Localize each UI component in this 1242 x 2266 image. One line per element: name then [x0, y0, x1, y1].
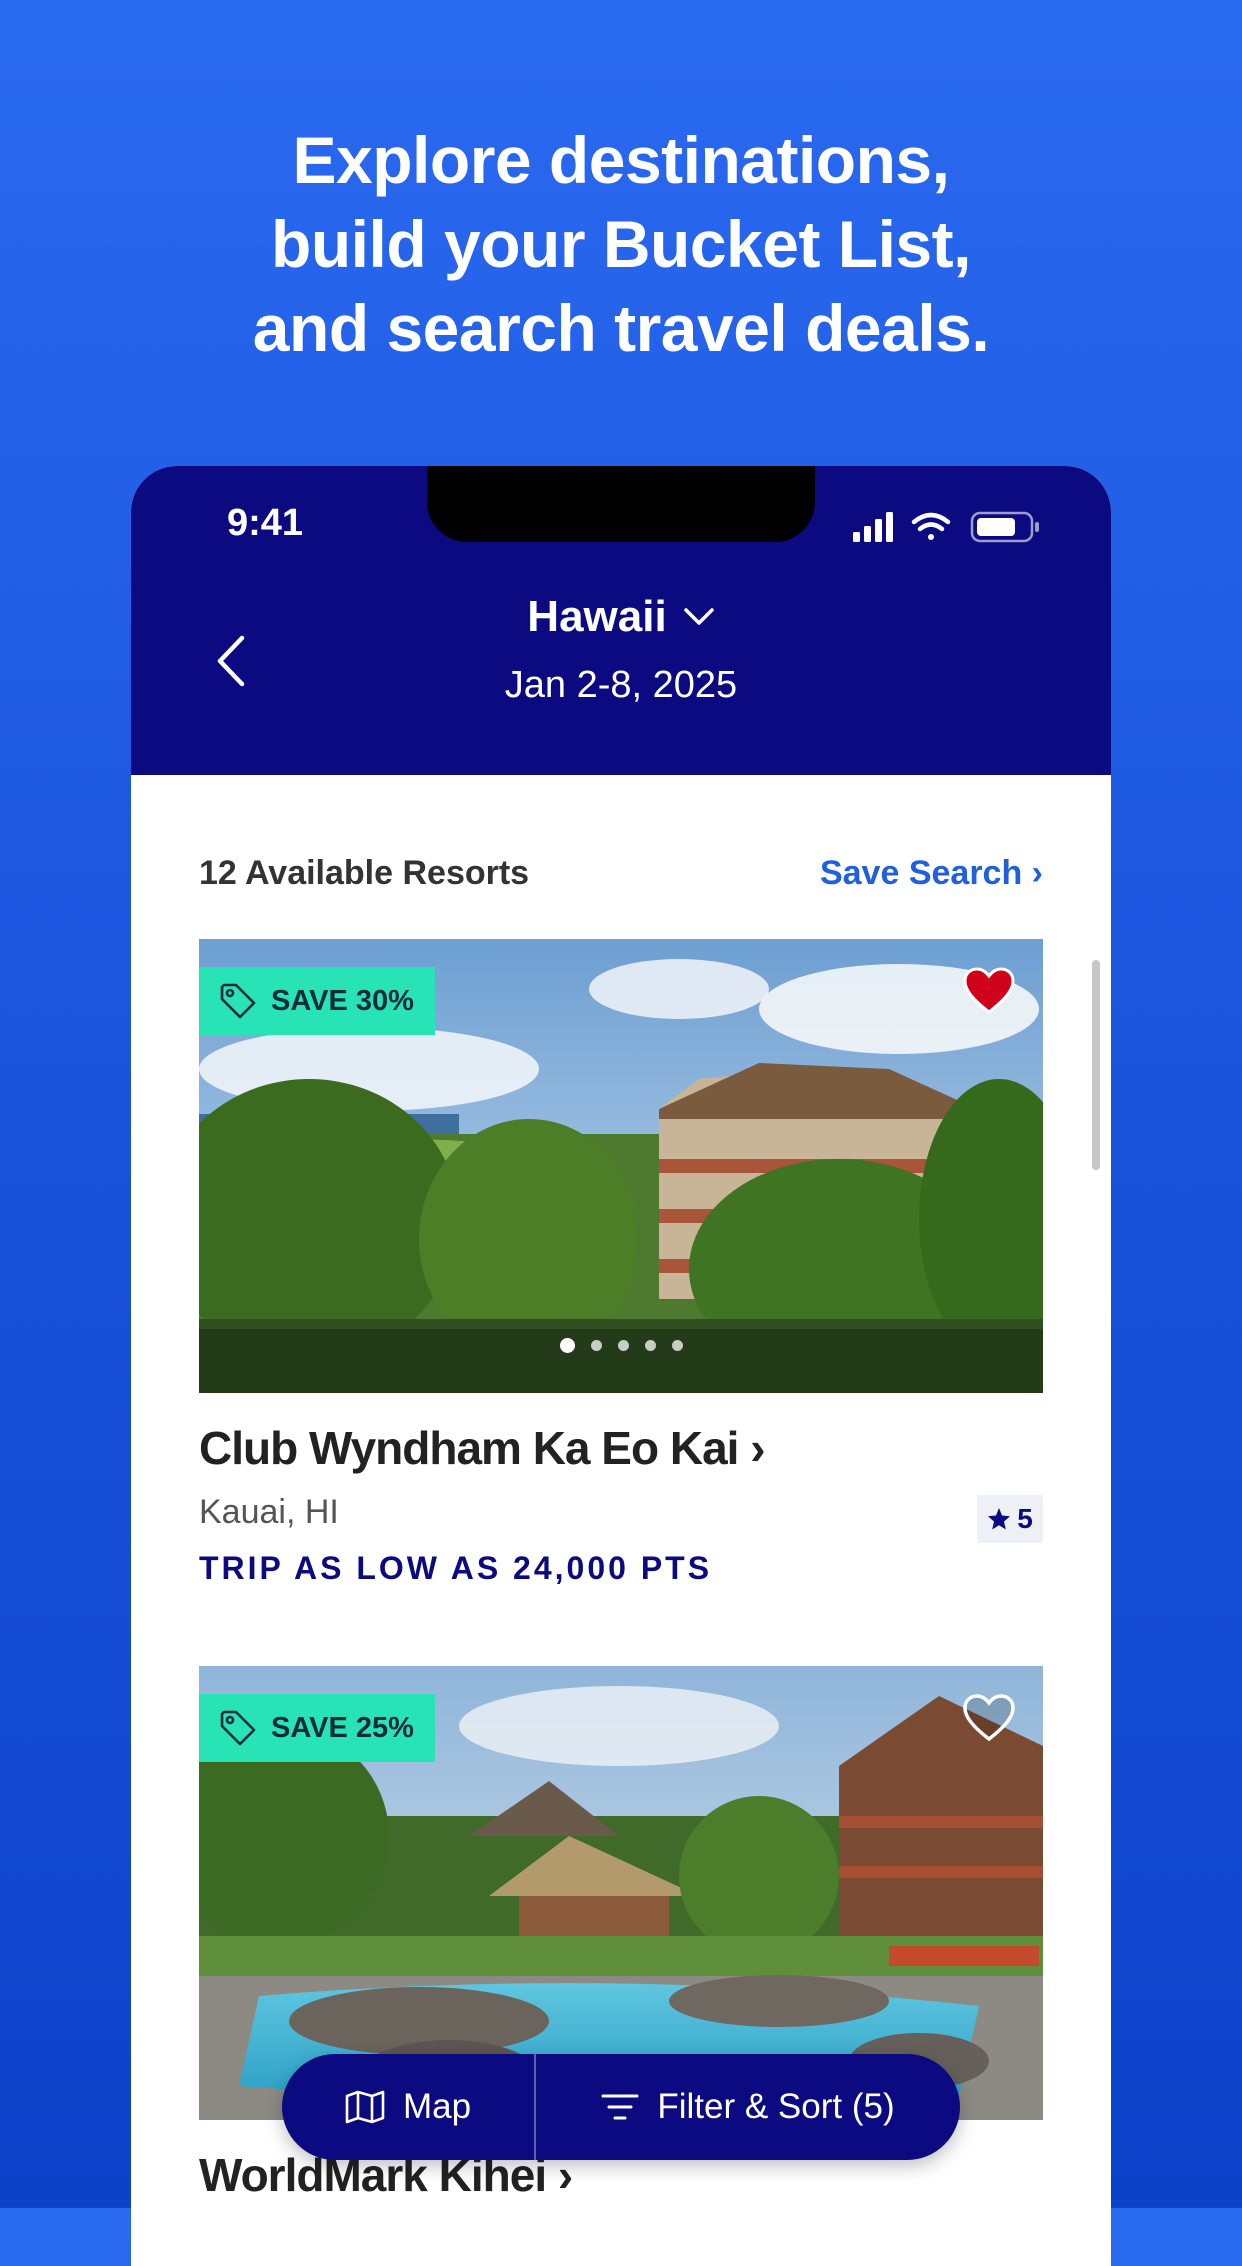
- battery-icon: [970, 511, 1039, 543]
- pagination-dot[interactable]: [590, 1340, 602, 1351]
- scrollbar[interactable]: [1092, 960, 1100, 1170]
- save-search-link[interactable]: Save Search ›: [820, 854, 1043, 893]
- status-icons: [853, 511, 1039, 543]
- price-tag-icon: [220, 983, 256, 1019]
- resort-photo[interactable]: SAVE 30%: [199, 939, 1043, 1393]
- destination-selector[interactable]: Hawaii: [527, 592, 714, 642]
- destination-title: Hawaii: [527, 592, 667, 641]
- promo-headline-line3: and search travel deals.: [252, 291, 990, 365]
- results-count: 12 Available Resorts: [199, 854, 530, 892]
- status-time: 9:41: [227, 502, 304, 544]
- heart-filled-icon[interactable]: [963, 967, 1015, 1015]
- discount-badge: SAVE 30%: [199, 967, 435, 1035]
- wifi-icon: [911, 512, 951, 540]
- price-tag-icon: [220, 1710, 256, 1746]
- filter-sort-label: Filter & Sort (5): [657, 2087, 895, 2126]
- resort-photo[interactable]: SAVE 25%: [199, 1666, 1043, 2120]
- pagination-dot[interactable]: [559, 1338, 575, 1353]
- pagination-dot[interactable]: [644, 1340, 656, 1351]
- star-icon: [988, 1508, 1011, 1530]
- chevron-down-icon: [683, 608, 714, 625]
- rating-badge: 5: [977, 1495, 1043, 1543]
- pagination-dot[interactable]: [671, 1340, 683, 1351]
- bottom-action-bar: Map Filter & Sort (5): [282, 2054, 960, 2160]
- map-button[interactable]: Map: [282, 2054, 536, 2160]
- app-header: 9:41 Hawaii Jan 2-8, 2025: [131, 466, 1111, 775]
- rating-value: 5: [1017, 1503, 1033, 1534]
- map-button-label: Map: [402, 2087, 472, 2126]
- discount-badge-label: SAVE 30%: [271, 984, 414, 1017]
- discount-badge-label: SAVE 25%: [271, 1711, 414, 1744]
- resort-location: Kauai, HI: [199, 1493, 339, 1531]
- filter-icon: [601, 2094, 639, 2120]
- promo-headline: Explore destinations, build your Bucket …: [0, 118, 1242, 370]
- resort-name-link[interactable]: Club Wyndham Ka Eo Kai ›: [199, 1421, 1043, 1475]
- map-icon: [345, 2090, 385, 2124]
- image-pagination: [199, 1338, 1043, 1353]
- resort-card[interactable]: SAVE 30% Club Wyndham Ka Eo Kai › Kauai,…: [199, 939, 1043, 1587]
- heart-outline-icon[interactable]: [963, 1694, 1015, 1742]
- phone-screen: 9:41 Hawaii Jan 2-8, 2025 12 Available R…: [131, 466, 1111, 2266]
- discount-badge: SAVE 25%: [199, 1694, 435, 1762]
- pagination-dot[interactable]: [617, 1340, 629, 1351]
- cellular-signal-icon: [853, 512, 893, 542]
- destination-selector-row: Hawaii: [131, 592, 1111, 642]
- resort-price: TRIP AS LOW AS 24,000 PTS: [199, 1550, 713, 1586]
- promo-headline-line2: build your Bucket List,: [271, 207, 971, 281]
- promo-headline-line1: Explore destinations,: [292, 123, 950, 197]
- device-notch: [427, 466, 815, 542]
- filter-sort-button[interactable]: Filter & Sort (5): [536, 2054, 960, 2160]
- travel-dates[interactable]: Jan 2-8, 2025: [131, 664, 1111, 707]
